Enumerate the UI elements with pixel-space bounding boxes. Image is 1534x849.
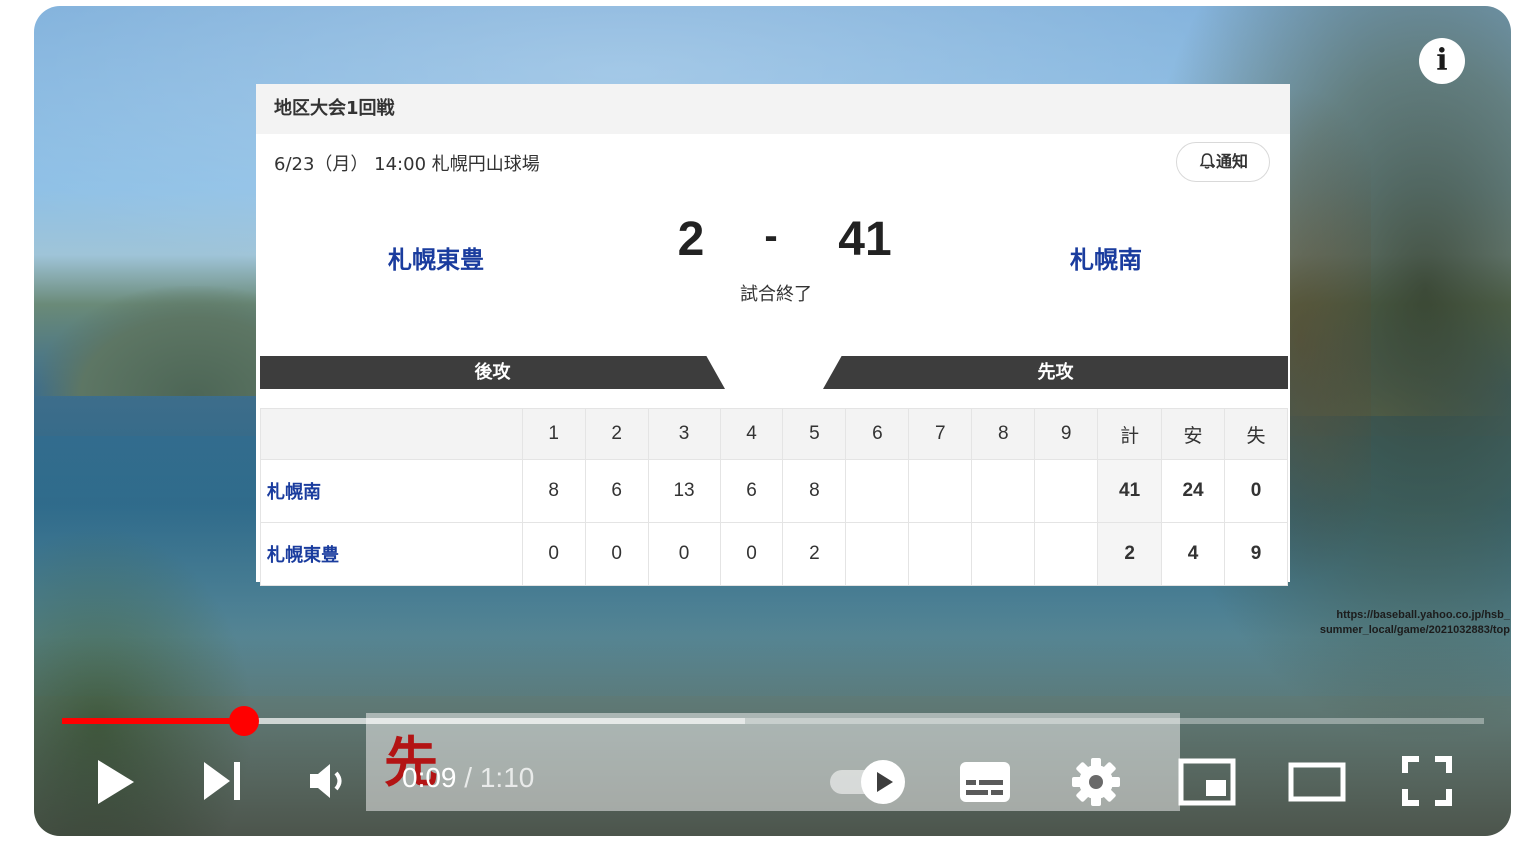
video-player[interactable]: i 地区大会1回戦 6/23（月） 14:00 札幌円山球場 通知 札幌東豊 2…: [34, 6, 1511, 836]
header-cell: 8: [971, 408, 1036, 460]
inning-cell: [1034, 522, 1099, 586]
batting-second-band: 後攻: [260, 356, 725, 389]
inning-cell: 2: [782, 522, 847, 586]
inning-cell: [908, 522, 973, 586]
theater-icon[interactable]: [1288, 760, 1346, 804]
header-cell: [260, 408, 523, 460]
header-cell: 7: [908, 408, 973, 460]
next-icon[interactable]: [202, 760, 244, 802]
notify-label: 通知: [1215, 152, 1248, 171]
header-cell: 4: [719, 408, 784, 460]
inning-cell: 0: [719, 522, 784, 586]
inning-cell: 6: [719, 459, 784, 523]
settings-icon[interactable]: [1070, 756, 1122, 808]
inning-cell: 8: [521, 459, 586, 523]
total-cell: 41: [1097, 459, 1163, 523]
inning-cell: [908, 459, 973, 523]
header-cell: 6: [845, 408, 910, 460]
scrubber-handle[interactable]: [229, 706, 259, 736]
batting-first-band: 先攻: [823, 356, 1288, 389]
round-title: 地区大会1回戦: [256, 84, 1290, 134]
linescore-table: 1 2 3 4 5 6 7 8 9 計 安 失 札幌南 8 6 13 6 8 4…: [260, 408, 1288, 586]
inning-cell: 0: [584, 522, 649, 586]
game-status: 試合終了: [740, 284, 812, 305]
header-cell: 失: [1224, 408, 1288, 460]
table-row: 札幌東豊 0 0 0 0 2 2 4 9: [260, 522, 1288, 586]
bell-plus-icon: [1199, 153, 1215, 169]
inning-cell: [1034, 459, 1099, 523]
game-meta: 6/23（月） 14:00 札幌円山球場: [274, 154, 540, 175]
time-display: 0:09 / 1:10: [402, 762, 534, 794]
source-url: https://baseball.yahoo.co.jp/hsb_ summer…: [1274, 608, 1510, 638]
errors-cell: 9: [1224, 522, 1288, 586]
header-cell: 1: [521, 408, 586, 460]
header-cell: 計: [1097, 408, 1163, 460]
home-score: 2: [677, 213, 705, 266]
time-current: 0:09: [402, 762, 457, 793]
row-team-link[interactable]: 札幌東豊: [260, 522, 523, 586]
inning-cell: 0: [647, 522, 721, 586]
away-score: 41: [838, 213, 892, 266]
away-team-link[interactable]: 札幌南: [1016, 240, 1196, 275]
scorecard: 地区大会1回戦 6/23（月） 14:00 札幌円山球場 通知 札幌東豊 2 -…: [256, 84, 1290, 586]
play-icon[interactable]: [94, 758, 138, 806]
header-cell: 5: [782, 408, 847, 460]
header-cell: 3: [647, 408, 721, 460]
notify-button[interactable]: 通知: [1176, 142, 1270, 182]
progress-played: [62, 718, 244, 724]
inning-cell: [845, 459, 910, 523]
miniplayer-icon[interactable]: [1178, 758, 1236, 806]
inning-cell: 13: [647, 459, 721, 523]
errors-cell: 0: [1224, 459, 1288, 523]
info-icon[interactable]: i: [1419, 38, 1465, 84]
total-cell: 2: [1097, 522, 1163, 586]
autoplay-toggle-icon[interactable]: [828, 758, 908, 806]
row-team-link[interactable]: 札幌南: [260, 459, 523, 523]
home-team-link[interactable]: 札幌東豊: [336, 240, 536, 275]
inning-cell: [971, 459, 1036, 523]
linescore-header: 1 2 3 4 5 6 7 8 9 計 安 失: [260, 408, 1288, 460]
subtitles-icon[interactable]: [958, 760, 1012, 804]
header-cell: 2: [584, 408, 649, 460]
inning-cell: 6: [584, 459, 649, 523]
inning-cell: 8: [782, 459, 847, 523]
header-cell: 安: [1161, 408, 1226, 460]
inning-cell: 0: [521, 522, 586, 586]
score-dash: -: [764, 214, 778, 258]
inning-cell: [971, 522, 1036, 586]
volume-icon[interactable]: [308, 762, 348, 800]
header-cell: 9: [1034, 408, 1099, 460]
time-total: 1:10: [479, 762, 535, 793]
hits-cell: 24: [1161, 459, 1226, 523]
fullscreen-icon[interactable]: [1402, 756, 1452, 806]
time-separator: /: [464, 762, 473, 793]
table-row: 札幌南 8 6 13 6 8 41 24 0: [260, 459, 1288, 523]
hits-cell: 4: [1161, 522, 1226, 586]
inning-cell: [845, 522, 910, 586]
source-url-line: https://baseball.yahoo.co.jp/hsb_: [1336, 609, 1510, 621]
